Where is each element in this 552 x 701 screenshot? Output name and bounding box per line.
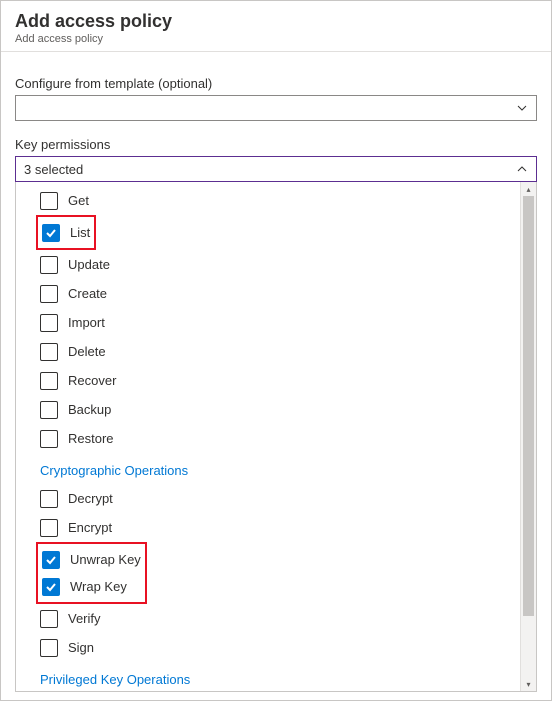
permission-option-label: Import <box>68 315 105 330</box>
checkbox-icon[interactable] <box>42 551 60 569</box>
permission-option-label: Recover <box>68 373 116 388</box>
permission-option[interactable]: Recover <box>40 366 520 395</box>
permission-section-header: Cryptographic Operations <box>40 463 520 478</box>
checkbox-icon[interactable] <box>40 519 58 537</box>
checkbox-icon[interactable] <box>40 343 58 361</box>
permission-section-header: Privileged Key Operations <box>40 672 520 687</box>
checkbox-icon[interactable] <box>40 285 58 303</box>
permission-option-label: Create <box>68 286 107 301</box>
permission-option[interactable]: Wrap Key <box>42 573 141 600</box>
permission-option-label: Encrypt <box>68 520 112 535</box>
scroll-up-icon[interactable]: ▴ <box>521 182 536 196</box>
checkbox-icon[interactable] <box>40 490 58 508</box>
page-title: Add access policy <box>15 11 537 32</box>
permission-option[interactable]: List <box>42 219 90 246</box>
scrollbar[interactable]: ▴ ▾ <box>520 182 536 691</box>
permission-option[interactable]: Backup <box>40 395 520 424</box>
permission-option-label: Get <box>68 193 89 208</box>
permission-option[interactable]: Unwrap Key <box>42 546 141 573</box>
permission-option[interactable]: Import <box>40 308 520 337</box>
page-subtitle: Add access policy <box>15 33 537 45</box>
checkbox-icon[interactable] <box>40 372 58 390</box>
template-select[interactable] <box>15 95 537 121</box>
scrollbar-thumb[interactable] <box>523 196 534 616</box>
permission-option[interactable]: Get <box>40 186 520 215</box>
checkbox-icon[interactable] <box>40 639 58 657</box>
permission-option-label: Update <box>68 257 110 272</box>
key-permissions-select[interactable]: 3 selected <box>15 156 537 182</box>
checkbox-icon[interactable] <box>40 610 58 628</box>
permission-option-label: Verify <box>68 611 101 626</box>
content-area: Configure from template (optional) Key p… <box>1 52 551 692</box>
permission-option-label: Restore <box>68 431 114 446</box>
options-list: Get List Update Create Import Delete Recover Ba… <box>16 182 520 691</box>
checkbox-icon[interactable] <box>42 578 60 596</box>
highlight-annotation: List <box>36 215 96 250</box>
permission-option[interactable]: Delete <box>40 337 520 366</box>
permission-option-label: Decrypt <box>68 491 113 506</box>
key-permissions-label: Key permissions <box>15 137 537 152</box>
key-permissions-value: 3 selected <box>24 162 83 177</box>
template-field-label: Configure from template (optional) <box>15 76 537 91</box>
permission-option-label: Delete <box>68 344 106 359</box>
permission-option[interactable]: Sign <box>40 633 520 662</box>
chevron-down-icon <box>516 102 528 114</box>
permission-option-label: List <box>70 225 90 240</box>
checkbox-icon[interactable] <box>40 192 58 210</box>
permission-option-label: Wrap Key <box>70 579 127 594</box>
checkbox-icon[interactable] <box>40 314 58 332</box>
highlight-annotation: Unwrap Key Wrap Key <box>36 542 147 604</box>
permission-option-label: Sign <box>68 640 94 655</box>
scroll-down-icon[interactable]: ▾ <box>521 677 536 691</box>
chevron-up-icon <box>516 163 528 175</box>
key-permissions-dropdown: Get List Update Create Import Delete Recover Ba… <box>15 182 537 692</box>
permission-option-label: Unwrap Key <box>70 552 141 567</box>
permission-option[interactable]: Verify <box>40 604 520 633</box>
permission-option-label: Backup <box>68 402 111 417</box>
checkbox-icon[interactable] <box>40 256 58 274</box>
checkbox-icon[interactable] <box>40 430 58 448</box>
permission-option[interactable]: Create <box>40 279 520 308</box>
checkbox-icon[interactable] <box>40 401 58 419</box>
permission-option[interactable]: Encrypt <box>40 513 520 542</box>
checkbox-icon[interactable] <box>42 224 60 242</box>
permission-option[interactable]: Restore <box>40 424 520 453</box>
permission-option[interactable]: Update <box>40 250 520 279</box>
page-header: Add access policy Add access policy <box>1 1 551 52</box>
permission-option[interactable]: Decrypt <box>40 484 520 513</box>
